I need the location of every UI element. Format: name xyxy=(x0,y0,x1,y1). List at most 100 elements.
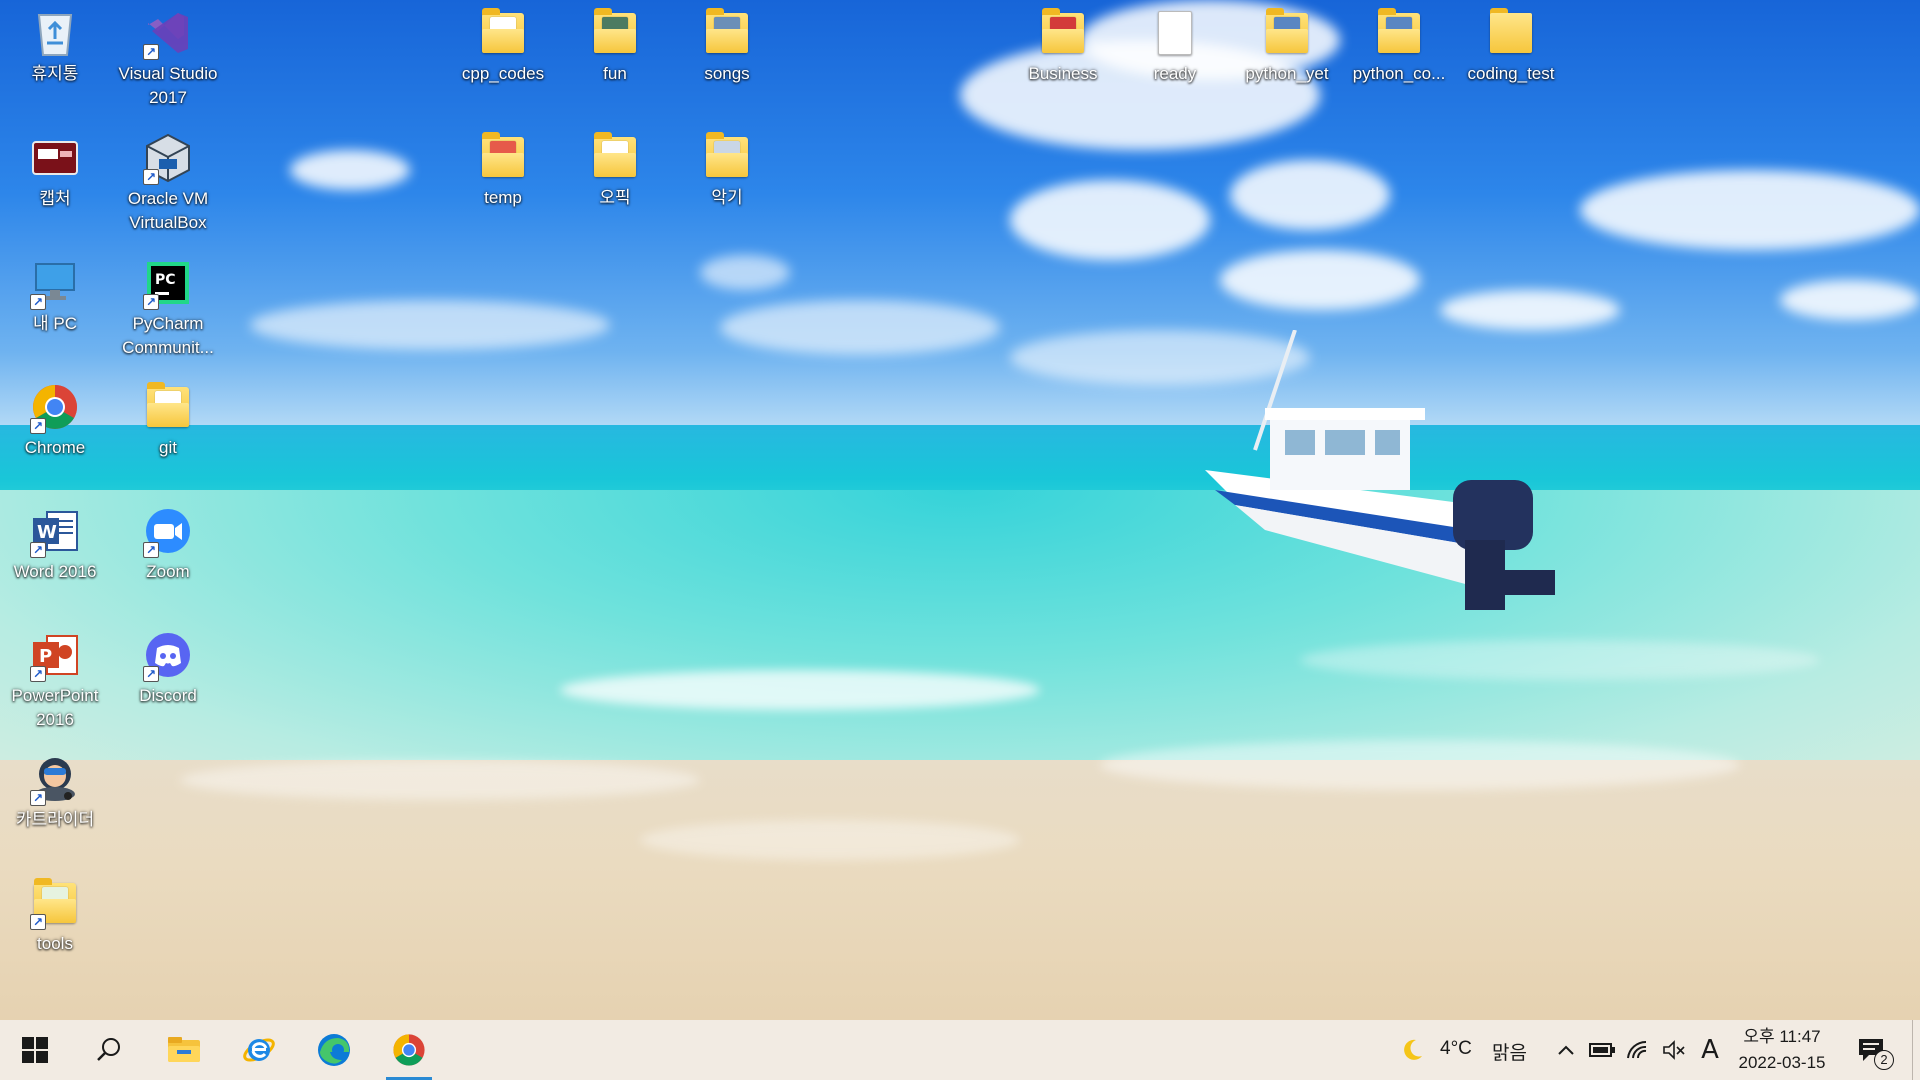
desktop-icon-label: temp xyxy=(484,188,522,207)
desktop-icon-visual-studio[interactable]: ↗ Visual Studio 2017 xyxy=(113,0,223,120)
edge-icon xyxy=(318,1034,350,1066)
desktop-icon-python-yet[interactable]: python_yet xyxy=(1232,0,1342,120)
show-desktop-button[interactable] xyxy=(1912,1020,1920,1080)
search-button[interactable] xyxy=(78,1020,140,1080)
wallpaper-sand xyxy=(0,760,1920,1020)
search-icon xyxy=(97,1038,120,1061)
desktop-icon-label: Word 2016 xyxy=(13,562,97,581)
folder-icon xyxy=(1486,8,1536,58)
desktop-icon-label: 카트라이더 xyxy=(15,810,95,829)
taskbar: 4°C 맑음 A 오후 11:47 2022-03-15 2 xyxy=(0,1020,1920,1080)
desktop-icon-temp[interactable]: temp xyxy=(448,124,558,244)
desktop-icon-git[interactable]: git xyxy=(113,374,223,494)
desktop-icon-tools[interactable]: ↗ tools xyxy=(0,870,110,990)
folder-icon xyxy=(702,8,752,58)
shortcut-arrow-icon: ↗ xyxy=(30,790,46,806)
folder-icon xyxy=(590,132,640,182)
desktop-icon-ready[interactable]: ready xyxy=(1120,0,1230,120)
weather-widget[interactable]: 4°C 맑음 xyxy=(1396,1020,1536,1080)
desktop-icon-capture[interactable]: 캡처 xyxy=(0,125,110,245)
zoom-icon: ↗ xyxy=(143,506,193,558)
chrome-taskbar-button[interactable] xyxy=(378,1020,440,1080)
capture-icon xyxy=(30,133,80,183)
desktop-icon-label: Chrome xyxy=(24,438,86,457)
desktop-icon-label: 내 PC xyxy=(33,314,77,333)
pycharm-icon: PC ↗ xyxy=(143,258,193,310)
folder-icon xyxy=(143,382,193,432)
folder-icon xyxy=(1374,8,1424,58)
desktop-icon-label: PowerPoint 2016 xyxy=(11,686,99,729)
shortcut-arrow-icon: ↗ xyxy=(143,44,159,60)
folder-icon: ↗ xyxy=(30,878,80,930)
desktop-icon-chrome[interactable]: ↗ Chrome xyxy=(0,374,110,494)
desktop-icon-label: git xyxy=(159,438,177,457)
desktop-icon-zoom[interactable]: ↗ Zoom xyxy=(113,498,223,618)
desktop-icon-cpp-codes[interactable]: cpp_codes xyxy=(448,0,558,120)
desktop-icon-kartrider[interactable]: ↗ 카트라이더 xyxy=(0,746,110,866)
desktop-icon-instrument[interactable]: 악기 xyxy=(672,124,782,244)
folder-icon xyxy=(1262,8,1312,58)
action-center-button[interactable]: 2 xyxy=(1848,1020,1894,1080)
desktop-icon-label: python_yet xyxy=(1245,64,1329,83)
folder-icon xyxy=(1038,8,1088,58)
battery-button[interactable] xyxy=(1584,1020,1620,1080)
desktop-icon-label: 악기 xyxy=(711,188,743,207)
desktop-icon-discord[interactable]: ↗ Discord xyxy=(113,622,223,742)
weather-condition: 맑음 xyxy=(1492,1043,1527,1064)
desktop-icon-virtualbox[interactable]: ↗ Oracle VM VirtualBox xyxy=(113,125,223,245)
network-button[interactable] xyxy=(1620,1020,1656,1080)
cloud xyxy=(1780,280,1920,320)
desktop-icon-opic[interactable]: 오픽 xyxy=(560,124,670,244)
word-icon: W ↗ xyxy=(30,506,80,558)
desktop-icon-songs[interactable]: songs xyxy=(672,0,782,120)
wifi-icon xyxy=(1627,1040,1647,1059)
document-icon xyxy=(1150,8,1200,58)
desktop-icon-label: PyCharm Communit... xyxy=(122,314,214,357)
desktop-icon-label: cpp_codes xyxy=(461,64,545,83)
edge-button[interactable] xyxy=(303,1020,365,1080)
desktop-icon-business[interactable]: Business xyxy=(1008,0,1118,120)
desktop-icon-label: 휴지통 xyxy=(31,64,79,83)
clock-date: 2022-03-15 xyxy=(1738,1053,1826,1072)
desktop-icon-word[interactable]: W ↗ Word 2016 xyxy=(0,498,110,618)
taskbar-clock[interactable]: 오후 11:47 2022-03-15 xyxy=(1720,1024,1844,1076)
wave-foam xyxy=(180,760,700,800)
shortcut-arrow-icon: ↗ xyxy=(30,542,46,558)
volume-button[interactable] xyxy=(1656,1020,1692,1080)
wave-foam xyxy=(640,820,1020,860)
cloud xyxy=(1440,290,1620,330)
input-language-indicator: A xyxy=(1701,1035,1719,1065)
kartrider-icon: ↗ xyxy=(30,754,80,806)
desktop-icon-label: python_co... xyxy=(1352,64,1446,83)
recycle-bin-icon xyxy=(30,8,80,58)
desktop-icon-fun[interactable]: fun xyxy=(560,0,670,120)
internet-explorer-button[interactable] xyxy=(228,1020,290,1080)
cloud xyxy=(1220,250,1420,310)
cloud xyxy=(1230,160,1390,230)
shortcut-arrow-icon: ↗ xyxy=(143,666,159,682)
cloud xyxy=(1580,170,1920,250)
desktop-wallpaper xyxy=(0,0,1920,1020)
clock-time: 오후 11:47 xyxy=(1743,1027,1821,1046)
desktop-icon-recycle-bin[interactable]: 휴지통 xyxy=(0,0,110,120)
shortcut-arrow-icon: ↗ xyxy=(30,914,46,930)
start-button[interactable] xyxy=(4,1020,66,1080)
show-hidden-icons-button[interactable] xyxy=(1548,1020,1584,1080)
svg-text:P: P xyxy=(39,646,52,667)
chrome-icon: ↗ xyxy=(30,382,80,434)
battery-icon xyxy=(1589,1043,1615,1057)
desktop-icon-pycharm[interactable]: PC ↗ PyCharm Communit... xyxy=(113,250,223,370)
desktop-icon-this-pc[interactable]: ↗ 내 PC xyxy=(0,250,110,370)
desktop-icon-python-co[interactable]: python_co... xyxy=(1344,0,1454,120)
discord-icon: ↗ xyxy=(143,630,193,682)
folder-icon xyxy=(478,132,528,182)
notification-count-badge: 2 xyxy=(1874,1050,1894,1070)
desktop-icon-label: 오픽 xyxy=(599,188,631,207)
svg-text:PC: PC xyxy=(155,272,176,288)
desktop-icon-label: coding_test xyxy=(1467,64,1555,83)
cloud xyxy=(1010,180,1210,260)
desktop-icon-coding-test[interactable]: coding_test xyxy=(1456,0,1566,120)
desktop-icon-label: Discord xyxy=(139,686,197,705)
desktop-icon-powerpoint[interactable]: P ↗ PowerPoint 2016 xyxy=(0,622,110,742)
file-explorer-button[interactable] xyxy=(153,1020,215,1080)
